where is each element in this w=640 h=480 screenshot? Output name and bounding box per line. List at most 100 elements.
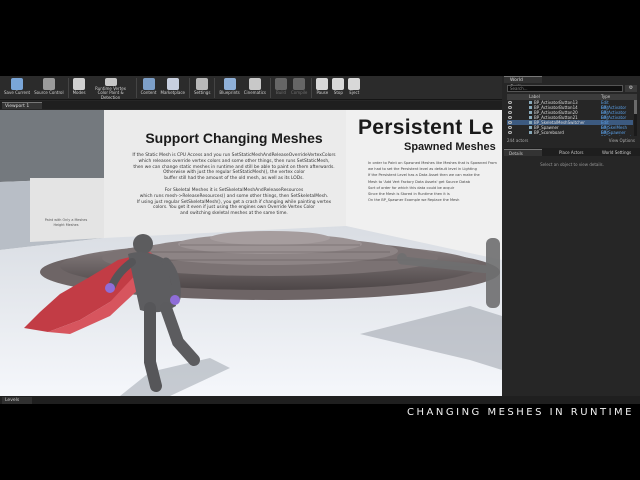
sign-line: Height Meshes <box>53 222 79 227</box>
levels-tab[interactable]: Levels <box>2 397 32 404</box>
save-icon <box>11 78 24 90</box>
left-sign-title: Support Changing Meshes <box>145 130 323 146</box>
toolbar-separator <box>67 78 69 98</box>
visibility-eye-icon[interactable] <box>508 116 512 119</box>
right-sign: Persistent Le Spawned Meshes In order to… <box>358 116 502 203</box>
outliner-search-input[interactable]: Search... <box>507 85 623 92</box>
toolbar-label: Blueprints <box>219 90 240 95</box>
toolbar-label: Runtime Vertex Color Paint & Detection <box>95 85 126 100</box>
stop-icon <box>332 78 345 90</box>
details-empty-message: Select an object to view details. <box>540 162 604 167</box>
outliner-footer: 244 actors View Options <box>507 137 637 144</box>
visibility-eye-icon[interactable] <box>508 121 512 124</box>
source-control-icon <box>42 78 55 90</box>
actor-icon <box>529 101 532 104</box>
left-sign: Support Changing Meshes If the Static Me… <box>112 130 356 217</box>
sign-line: and switching skeletal meshes at the sam… <box>180 211 288 217</box>
actor-icon <box>529 106 532 109</box>
blueprints-button[interactable]: Blueprints <box>217 76 241 100</box>
left-sign-paragraph-1: If the Static Mesh is CPU Access and you… <box>112 153 356 182</box>
actor-count: 244 actors <box>507 138 529 143</box>
level-viewport[interactable]: Support Changing Meshes If the Static Me… <box>0 110 502 396</box>
outliner-list: BP_ActivatorButton13 Edit BP_Activator BP_… <box>507 100 633 136</box>
visibility-eye-icon[interactable] <box>508 126 512 129</box>
wall-sign: Paint with Only a Meshes Height Meshes <box>36 218 96 227</box>
paint-button[interactable]: Runtime Vertex Color Paint & Detection <box>88 76 134 100</box>
world-outliner: World Outliner Search... ⚙ Label Type BP… <box>504 76 640 146</box>
build-button[interactable]: Build <box>273 76 289 100</box>
toolbar-label: Content <box>140 90 157 95</box>
details-tab-bar: Details Place Actors World Settings <box>504 148 640 156</box>
actor-name: BP_Scoreboard <box>534 130 564 135</box>
toolbar-label: Build <box>275 90 286 95</box>
visibility-eye-icon[interactable] <box>508 111 512 114</box>
toolbar-label: Cinematics <box>243 90 266 95</box>
world-outliner-tab[interactable]: World Outliner <box>504 76 542 90</box>
viewport-tab[interactable]: Viewport 1 <box>2 102 42 109</box>
pause-icon <box>316 78 329 90</box>
toolbar-label: Save Current <box>4 90 31 95</box>
tab-world-settings[interactable]: World Settings <box>597 149 640 156</box>
sign-line: Paint with Only a Meshes <box>44 218 88 222</box>
toolbar-separator <box>214 78 216 98</box>
dark-wall-left <box>0 110 104 182</box>
details-panel: Details Place Actors World Settings Sele… <box>504 148 640 396</box>
toolbar-separator <box>269 78 271 98</box>
marketplace-icon <box>166 78 179 90</box>
left-sign-paragraph-2: For Skeletal Meshes it is SetSkeletalMes… <box>112 188 356 217</box>
eject-button[interactable]: Eject <box>346 76 362 100</box>
sign-line: On the BP_Spawner Example we Replace the… <box>368 198 460 203</box>
source-control-button[interactable]: Source Control <box>32 76 65 100</box>
build-icon <box>274 78 287 90</box>
main-toolbar: Save Current Source Control Modes Runtime V… <box>0 76 502 100</box>
pause-button[interactable]: Pause <box>314 76 330 100</box>
blueprints-icon <box>223 78 236 90</box>
sign-line: which releases override vertex colors an… <box>138 158 330 164</box>
visibility-eye-icon[interactable] <box>508 131 512 134</box>
unreal-editor-window: Save Current Source Control Modes Runtime V… <box>0 76 640 404</box>
outliner-row[interactable]: BP_Scoreboard Edit BP_Scoreboard <box>507 130 633 136</box>
actor-icon <box>529 116 532 119</box>
tab-place-actors[interactable]: Place Actors <box>554 149 594 156</box>
toolbar-label: Stop <box>333 90 343 95</box>
gear-button[interactable]: Settings <box>192 76 212 100</box>
video-caption: CHANGING MESHES IN RUNTIME <box>407 407 634 418</box>
modes-button[interactable]: Modes <box>71 76 88 100</box>
cinematics-button[interactable]: Cinematics <box>242 76 268 100</box>
visibility-eye-icon[interactable] <box>508 101 512 104</box>
right-sign-subtitle: Spawned Meshes <box>404 141 496 153</box>
outliner-options-icon[interactable]: ⚙ <box>625 85 637 92</box>
stop-button[interactable]: Stop <box>330 76 346 100</box>
content-button[interactable]: Content <box>139 76 159 100</box>
sign-line: buffer still had the amount of the old m… <box>164 176 304 182</box>
sign-line: If the Static Mesh is CPU Access and you… <box>132 153 336 158</box>
tab-details[interactable]: Details <box>504 149 542 156</box>
compile-button[interactable]: Compile <box>289 76 309 100</box>
viewport-tab-bar: Viewport 1 <box>0 101 502 109</box>
outliner-scrollbar[interactable] <box>634 100 637 136</box>
sign-line: which runs mesh->ReleaseResources() and … <box>139 193 329 199</box>
content-icon <box>142 78 155 90</box>
actor-icon <box>529 131 532 134</box>
toolbar-label: Modes <box>72 90 86 95</box>
right-sign-title: Persistent Le <box>358 116 494 139</box>
visibility-eye-icon[interactable] <box>508 106 512 109</box>
save-button[interactable]: Save Current <box>2 76 32 100</box>
marketplace-button[interactable]: Marketplace <box>159 76 188 100</box>
toolbar-separator <box>189 78 191 98</box>
actor-icon <box>529 126 532 129</box>
actor-type-link[interactable]: Edit BP_Scoreboard <box>601 130 633 136</box>
toolbar-label: Pause <box>316 90 329 95</box>
back-wall-sign <box>30 178 104 242</box>
modes-icon <box>73 78 86 90</box>
toolbar-label: Eject <box>349 90 360 95</box>
cinematics-icon <box>248 78 261 90</box>
right-sign-body: In order to Paint on Spawned Meshes like… <box>368 160 502 203</box>
compile-icon <box>293 78 306 90</box>
paint-icon <box>104 78 117 86</box>
actor-icon <box>529 121 532 124</box>
eject-icon <box>348 78 361 90</box>
toolbar-separator <box>135 78 137 98</box>
view-options-button[interactable]: View Options <box>609 137 635 144</box>
actor-icon <box>529 111 532 114</box>
